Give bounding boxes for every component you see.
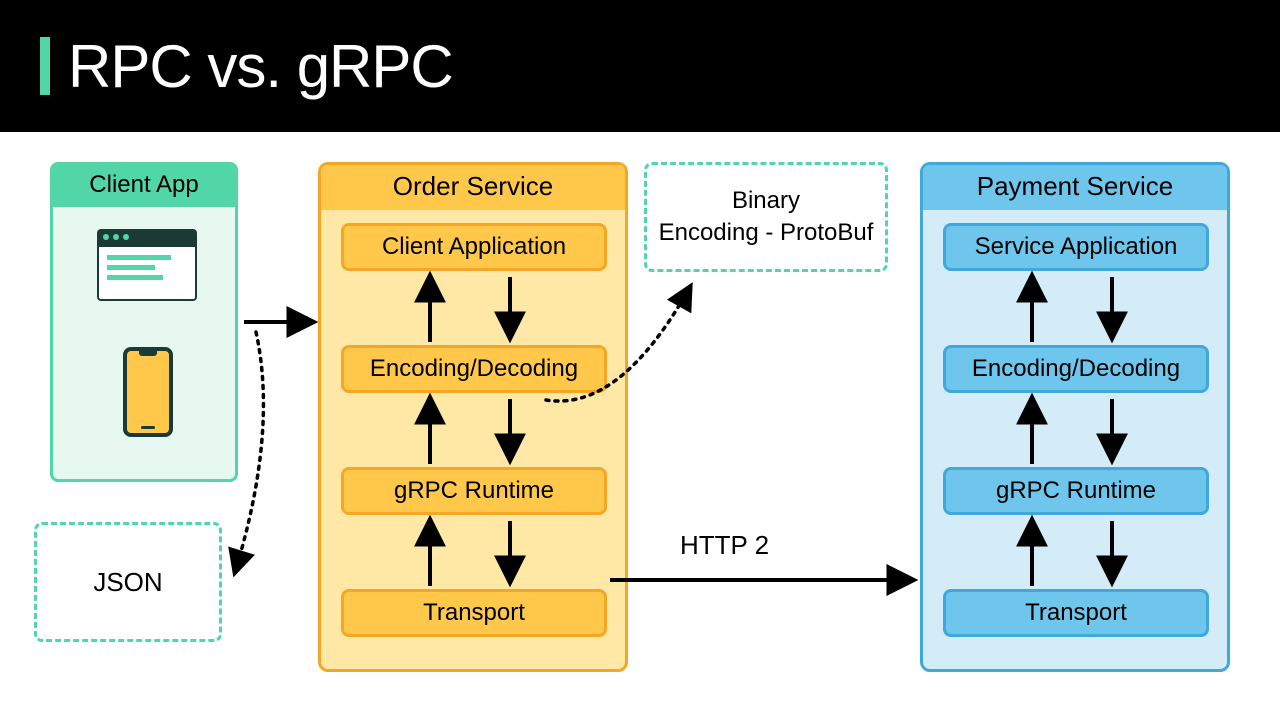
order-layer-transport: Transport: [341, 589, 607, 637]
payment-layer-app: Service Application: [943, 223, 1209, 271]
order-service-title: Order Service: [321, 165, 625, 210]
payment-layer-transport: Transport: [943, 589, 1209, 637]
order-layer-encode: Encoding/Decoding: [341, 345, 607, 393]
payment-layer-runtime: gRPC Runtime: [943, 467, 1209, 515]
json-annotation: JSON: [34, 522, 222, 642]
order-layer-runtime: gRPC Runtime: [341, 467, 607, 515]
http2-label: HTTP 2: [680, 530, 769, 561]
order-service-panel: Order Service Client Application Encodin…: [318, 162, 628, 672]
protobuf-line-2: Encoding - ProtoBuf: [659, 219, 874, 246]
protobuf-line-1: Binary: [732, 187, 800, 214]
accent-bar: [40, 37, 50, 95]
diagram-canvas: Client App JSON Order Service Client App…: [0, 132, 1280, 720]
order-layer-app: Client Application: [341, 223, 607, 271]
payment-service-panel: Payment Service Service Application Enco…: [920, 162, 1230, 672]
slide-header: RPC vs. gRPC: [0, 0, 1280, 132]
client-app-title: Client App: [53, 165, 235, 207]
payment-layer-encode: Encoding/Decoding: [943, 345, 1209, 393]
protobuf-annotation: Binary Encoding - ProtoBuf: [644, 162, 888, 272]
client-app-panel: Client App: [50, 162, 238, 482]
browser-icon: [97, 229, 197, 301]
slide-title: RPC vs. gRPC: [68, 32, 453, 101]
payment-service-title: Payment Service: [923, 165, 1227, 210]
phone-icon: [123, 347, 173, 437]
